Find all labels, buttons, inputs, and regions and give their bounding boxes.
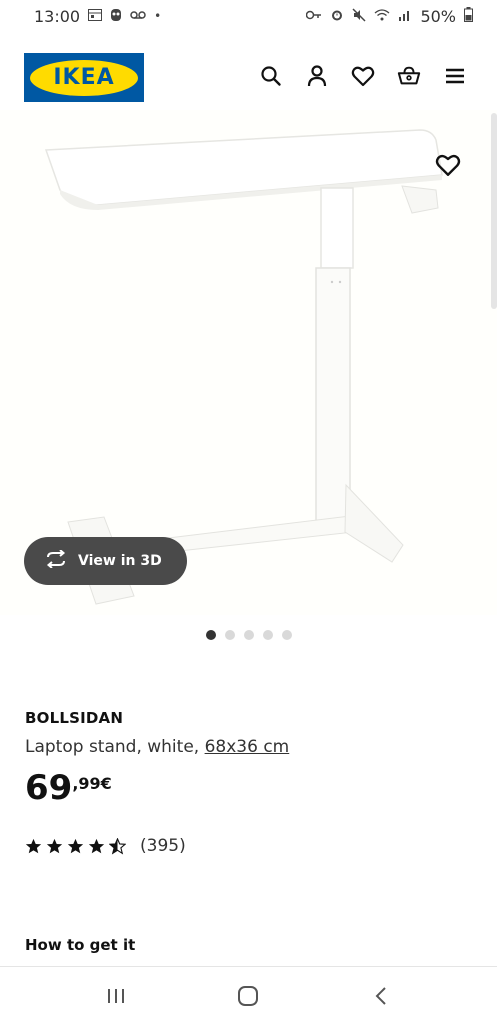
rating-count: (395) (140, 836, 186, 856)
recent-apps-button[interactable] (101, 981, 131, 1011)
carousel-dots (0, 630, 497, 640)
status-bar: 13:00 • 50% (0, 0, 497, 32)
search-icon[interactable] (259, 64, 283, 88)
carousel-dot[interactable] (205, 630, 216, 640)
how-to-get-it-heading[interactable]: How to get it (25, 936, 135, 954)
product-type: Laptop stand, white, (25, 737, 200, 757)
star-full-icon (46, 838, 63, 853)
menu-icon[interactable] (443, 64, 467, 88)
logo-text: IKEA (53, 65, 115, 90)
carousel-dot[interactable] (243, 630, 254, 640)
home-button[interactable] (233, 981, 263, 1011)
system-navigation-bar (0, 966, 497, 1024)
recent-apps-icon (108, 988, 125, 1003)
site-header: IKEA (0, 50, 497, 104)
key-icon (306, 9, 322, 23)
product-name: BOLLSIDAN (25, 709, 124, 727)
heart-icon (435, 154, 461, 176)
product-size-link[interactable]: 68x36 cm (205, 737, 290, 757)
dot-icon: • (154, 9, 162, 23)
ikea-logo[interactable]: IKEA (24, 53, 144, 102)
star-full-icon (88, 838, 105, 853)
battery-percent: 50% (420, 6, 456, 26)
battery-icon (464, 7, 473, 25)
price-decimal: ,99€ (72, 774, 112, 793)
home-icon (238, 985, 259, 1006)
back-icon (375, 986, 386, 1005)
signal-icon (398, 9, 412, 24)
product-rating[interactable]: (395) (25, 836, 186, 856)
star-full-icon (67, 838, 84, 853)
carousel-dot[interactable] (224, 630, 235, 640)
back-button[interactable] (366, 981, 396, 1011)
basket-icon[interactable] (397, 64, 421, 88)
wifi-icon (374, 8, 390, 24)
status-time: 13:00 (34, 6, 81, 26)
price-integer: 69 (25, 768, 73, 808)
account-icon[interactable] (305, 64, 329, 88)
star-full-icon (25, 838, 42, 853)
rotate-3d-icon (44, 549, 68, 572)
scroll-indicator[interactable] (491, 113, 497, 309)
carousel-dot[interactable] (281, 630, 292, 640)
favourites-icon[interactable] (351, 64, 375, 88)
voicemail-icon (130, 9, 146, 23)
carousel-dot[interactable] (262, 630, 273, 640)
mute-icon (352, 7, 366, 25)
product-description: Laptop stand, white, 68x36 cm (25, 737, 289, 757)
calendar-icon (88, 8, 103, 24)
view-in-3d-button[interactable]: View in 3D (24, 537, 187, 585)
add-to-favourites-button[interactable] (435, 153, 463, 181)
product-price: 69 ,99€ (25, 768, 112, 808)
star-half-icon (109, 837, 126, 854)
alarm-icon (330, 8, 344, 25)
notification-icon (110, 8, 122, 25)
view-in-3d-label: View in 3D (78, 553, 162, 569)
